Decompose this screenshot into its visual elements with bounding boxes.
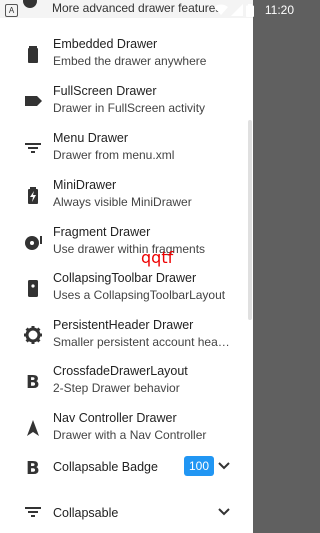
drawer-item-subtitle: Drawer with a Nav Controller (53, 428, 207, 442)
svg-text:B: B (26, 372, 40, 391)
scrollbar[interactable] (248, 120, 252, 320)
drawer-item-title: MiniDrawer (53, 178, 117, 192)
overlay-text: qqtf (141, 248, 174, 267)
drawer-item-subtitle: Use drawer within fragments (53, 242, 206, 256)
drawer-item-navcontroller[interactable]: Nav Controller Drawer Drawer with a Nav … (0, 404, 253, 451)
notification-icon: A (5, 4, 18, 17)
drawer-item-subtitle: Drawer in FullScreen activity (53, 101, 206, 115)
drawer-item-persistentheader[interactable]: PersistentHeader Drawer Smaller persiste… (0, 311, 253, 358)
drawer-item-title: Collapsable Badge (53, 460, 158, 474)
navigation-arrow-icon (27, 420, 39, 436)
drawer-item-subtitle: Smaller persistent account hea… (53, 335, 230, 349)
battery-icon (28, 46, 38, 63)
drawer-item-minidrawer[interactable]: MiniDrawer Always visible MiniDrawer (0, 171, 253, 218)
bold-b-icon: B (26, 458, 40, 477)
drawer-item-title: CollapsingToolbar Drawer (53, 271, 197, 285)
drawer-item-subtitle: Drawer from menu.xml (53, 148, 175, 162)
drawer-item-subtitle: 2-Step Drawer behavior (53, 381, 180, 395)
gear-icon (24, 326, 42, 344)
drawer-item-title: Menu Drawer (53, 131, 129, 145)
drawer-item-embedded[interactable]: Embedded Drawer Embed the drawer anywher… (0, 30, 253, 77)
sort-icon (25, 143, 41, 153)
drawer-item-subtitle: Uses a CollapsingToolbarLayout (53, 288, 226, 302)
drawer-item-title: Fragment Drawer (53, 225, 151, 239)
drawer-item-collapsable-badge[interactable]: B Collapsable Badge 100 (0, 451, 253, 491)
drawer-item-title: Embedded Drawer (53, 37, 158, 51)
drawer-item-subtitle: Embed the drawer anywhere (53, 54, 207, 68)
battery-status-icon (246, 4, 254, 17)
drawer-item-crossfade[interactable]: B CrossfadeDrawerLayout 2-Step Drawer be… (0, 357, 253, 404)
label-icon (25, 96, 42, 106)
drawer-item-collapsingtoolbar[interactable]: CollapsingToolbar Drawer Uses a Collapsi… (0, 264, 253, 311)
drawer-item-title: FullScreen Drawer (53, 84, 157, 98)
sort-icon (25, 507, 41, 517)
status-icons (214, 4, 254, 17)
drawer-item-fullscreen[interactable]: FullScreen Drawer Drawer in FullScreen a… (0, 77, 253, 124)
chevron-down-icon[interactable] (214, 502, 234, 522)
svg-text:B: B (26, 458, 40, 477)
navigation-drawer: More advanced drawer features Embedded D… (0, 0, 253, 533)
drawer-item-subtitle: Always visible MiniDrawer (53, 195, 192, 209)
drawer-item-menu[interactable]: Menu Drawer Drawer from menu.xml (0, 124, 253, 171)
phone-device-icon (28, 280, 38, 297)
chevron-down-icon[interactable] (214, 456, 234, 476)
wifi-icon (214, 4, 228, 15)
drawer-item-title: Nav Controller Drawer (53, 411, 177, 425)
drawer-item-collapsable[interactable]: Collapsable (0, 497, 253, 533)
status-bar: A 11:20 (0, 0, 300, 22)
drawer-item-title: CrossfadeDrawerLayout (53, 364, 188, 378)
battery-charging-icon (28, 187, 38, 204)
disc-icon (25, 236, 42, 250)
count-badge: 100 (184, 456, 215, 476)
signal-icon (231, 4, 243, 16)
bold-b-icon: B (26, 372, 40, 391)
drawer-item-fragment[interactable]: Fragment Drawer Use drawer within fragme… (0, 218, 253, 265)
clock: 11:20 (264, 3, 294, 17)
drawer-scrim[interactable] (253, 0, 300, 533)
drawer-item-title: PersistentHeader Drawer (53, 318, 194, 332)
drawer-item-title: Collapsable (53, 506, 119, 520)
